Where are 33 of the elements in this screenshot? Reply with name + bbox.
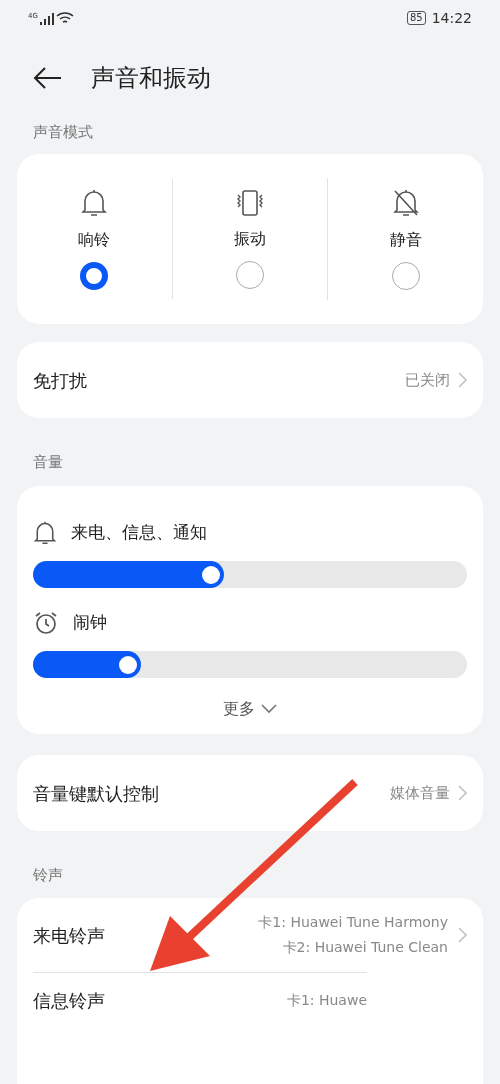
ringtone-value: 卡1: Huawe [286, 991, 367, 1010]
chevron-right-icon [458, 927, 467, 943]
alarm-clock-icon [33, 610, 59, 636]
bell-icon [80, 188, 109, 218]
signal-icon [39, 13, 54, 25]
more-button[interactable]: 更多 [223, 694, 277, 724]
ringtone-row[interactable]: 信息铃声 卡1: Huawe [33, 972, 367, 1028]
dnd-row[interactable]: 免打扰 已关闭 [17, 342, 483, 418]
ringtone-value: 卡1: Huawei Tune Harmony [258, 913, 448, 932]
volume-slider[interactable] [33, 561, 467, 588]
battery-indicator: 85 [406, 11, 426, 25]
mode-label: 响铃 [78, 229, 111, 251]
wifi-icon [55, 11, 74, 25]
clock-time: 14:22 [431, 8, 472, 28]
volume-key-row[interactable]: 音量键默认控制 媒体音量 [17, 755, 483, 831]
section-label: 铃声 [32, 864, 64, 886]
mode-label: 静音 [389, 229, 422, 251]
ringtone-value: 卡2: Huawei Tune Clean [282, 938, 448, 957]
section-label: 音量 [32, 451, 64, 473]
radio-button[interactable] [80, 262, 109, 290]
section-label: 声音模式 [32, 121, 94, 143]
ringtone-row[interactable]: 来电铃声 卡1: Huawei Tune Harmony 卡2: Huawei Tune Clean [33, 898, 467, 972]
chevron-right-icon [458, 372, 467, 388]
volume-label: 来电、信息、通知 [71, 521, 207, 545]
volume-slider[interactable] [33, 651, 467, 678]
volume-label: 闹钟 [73, 611, 107, 635]
mode-label: 振动 [234, 228, 266, 250]
back-arrow-icon[interactable] [33, 66, 63, 90]
chevron-down-icon [261, 704, 277, 714]
muted-bell-icon [390, 188, 421, 218]
chevron-right-icon [458, 785, 467, 801]
bell-icon [33, 520, 57, 546]
page-title: 声音和振动 [91, 63, 211, 94]
